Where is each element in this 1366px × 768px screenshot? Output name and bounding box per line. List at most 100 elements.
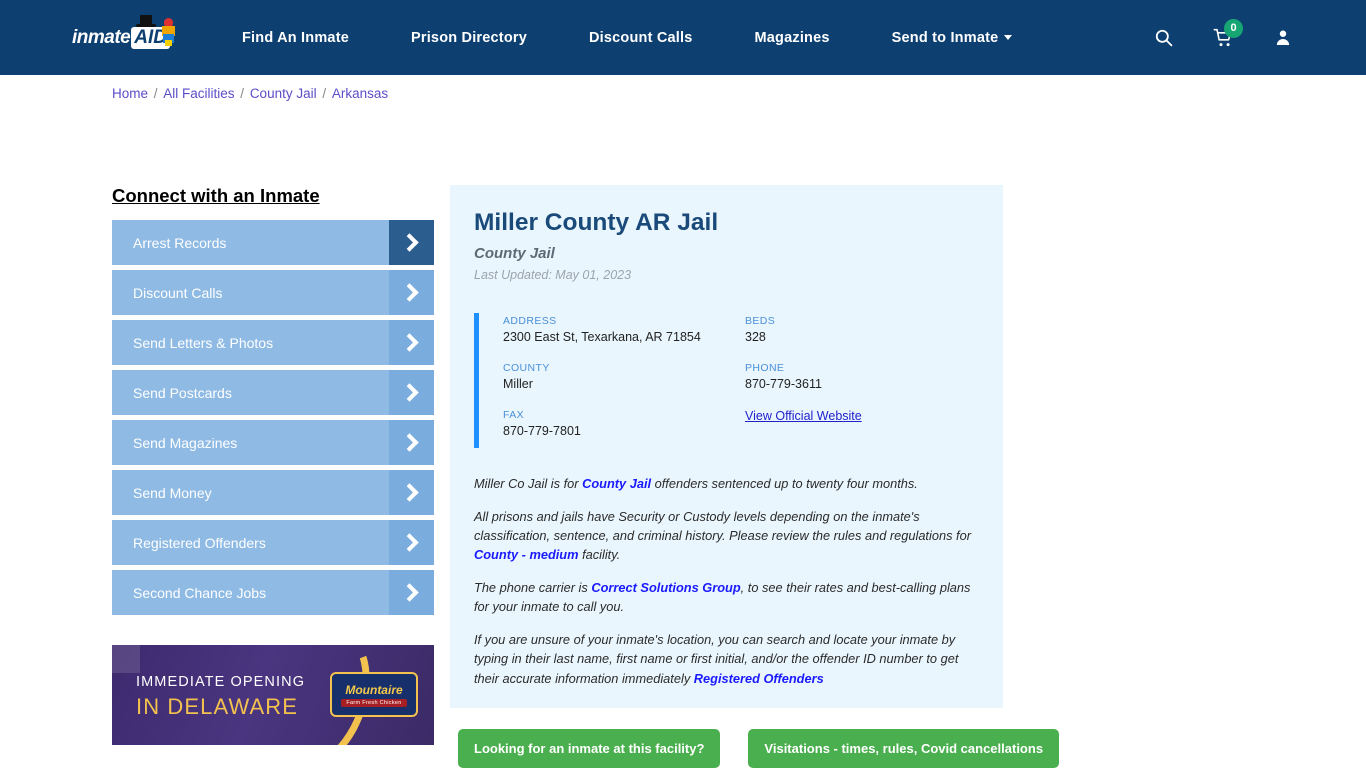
site-logo[interactable]: inmate AID	[72, 14, 190, 58]
nav-label: Prison Directory	[410, 29, 527, 46]
chevron-right-icon	[389, 370, 434, 415]
facility-info-left-column: ADDRESS 2300 East St, Texarkana, AR 7185…	[503, 315, 741, 438]
logo-text: inmate	[72, 26, 131, 48]
sidebar-item-send-money[interactable]: Send Money	[112, 470, 434, 515]
facility-card: Miller County AR Jail County Jail Last U…	[450, 185, 1003, 709]
breadcrumb: Home / All Facilities / County Jail / Ar…	[112, 86, 388, 101]
link-county-medium[interactable]: County - medium	[474, 547, 579, 562]
visitations-button[interactable]: Visitations - times, rules, Covid cancel…	[748, 729, 1060, 768]
breadcrumb-item-county-jail[interactable]: County Jail	[250, 86, 317, 101]
nav-label: Discount Calls	[589, 29, 693, 46]
field-value: 870-779-3611	[745, 377, 822, 392]
link-registered-offenders[interactable]: Registered Offenders	[694, 671, 824, 686]
description-text: Miller Co Jail is for	[474, 476, 583, 492]
sidebar-advertisement[interactable]: IMMEDIATE OPENING IN DELAWARE Mountaire …	[112, 645, 434, 745]
sidebar-item-label: Registered Offenders	[133, 534, 266, 551]
main-navigation: Find An Inmate Prison Directory Discount…	[242, 30, 1154, 46]
nav-label: Magazines	[754, 29, 830, 46]
field-label: COUNTY	[503, 362, 550, 375]
chevron-right-icon	[389, 320, 434, 365]
cart-count-badge: 0	[1224, 18, 1243, 38]
page-body: Connect with an Inmate Arrest Records Di…	[0, 75, 1366, 768]
sidebar-item-label: Discount Calls	[133, 284, 223, 301]
description-text: offenders sentenced up to twenty four mo…	[651, 476, 918, 492]
link-county-jail[interactable]: County Jail	[582, 476, 651, 491]
top-hat-icon	[136, 13, 156, 27]
description-paragraph-4: If you are unsure of your inmate's locat…	[474, 630, 979, 688]
page-title: Miller County AR Jail	[474, 209, 719, 236]
nav-label: Send to Inmate	[891, 29, 999, 46]
main-content: Miller County AR Jail County Jail Last U…	[450, 185, 1060, 768]
sidebar-item-send-letters-photos[interactable]: Send Letters & Photos	[112, 320, 434, 365]
cart-icon[interactable]: 0	[1213, 18, 1243, 48]
field-fax: FAX 870-779-7801	[503, 409, 741, 438]
chevron-right-icon	[389, 420, 434, 465]
action-button-row: Looking for an inmate at this facility? …	[458, 729, 1060, 768]
sidebar-item-label: Second Chance Jobs	[133, 584, 267, 601]
field-label: BEDS	[745, 315, 776, 328]
field-value: 328	[745, 330, 766, 345]
sidebar-item-arrest-records[interactable]: Arrest Records	[112, 220, 434, 265]
sidebar-item-send-magazines[interactable]: Send Magazines	[112, 420, 434, 465]
field-phone: PHONE 870-779-3611	[745, 362, 979, 391]
header-icon-group: 0	[1154, 18, 1292, 48]
ad-headline: IMMEDIATE OPENING	[136, 674, 306, 690]
sidebar-item-label: Send Postcards	[133, 384, 232, 401]
field-beds: BEDS 328	[745, 315, 979, 344]
last-updated-text: Last Updated: May 01, 2023	[474, 268, 632, 283]
chevron-right-icon	[389, 570, 434, 615]
sidebar-item-discount-calls[interactable]: Discount Calls	[112, 270, 434, 315]
sidebar-item-label: Send Magazines	[133, 434, 238, 451]
link-correct-solutions-group[interactable]: Correct Solutions Group	[591, 580, 740, 595]
breadcrumb-separator: /	[150, 86, 162, 101]
ad-brand-tagline: Farm Fresh Chicken	[341, 698, 407, 707]
breadcrumb-item-all-facilities[interactable]: All Facilities	[163, 86, 234, 101]
ad-brand-logo: Mountaire Farm Fresh Chicken	[330, 672, 418, 717]
nav-item-discount-calls[interactable]: Discount Calls	[589, 30, 693, 46]
user-account-icon[interactable]	[1274, 28, 1292, 47]
nav-item-magazines[interactable]: Magazines	[755, 30, 830, 46]
sidebar-item-label: Send Money	[133, 484, 212, 501]
description-paragraph-2: All prisons and jails have Security or C…	[474, 507, 979, 565]
nav-label: Find An Inmate	[242, 29, 349, 46]
facility-info-right-column: BEDS 328 PHONE 870-779-3611 View Officia…	[741, 315, 979, 438]
sidebar-item-registered-offenders[interactable]: Registered Offenders	[112, 520, 434, 565]
field-label: PHONE	[745, 362, 785, 375]
nav-item-find-an-inmate[interactable]: Find An Inmate	[242, 30, 349, 46]
ad-subheadline: IN DELAWARE	[136, 694, 299, 719]
breadcrumb-separator: /	[236, 86, 248, 101]
field-value: Miller	[503, 377, 533, 392]
mascot-icon	[161, 17, 177, 46]
view-official-website-link[interactable]: View Official Website	[745, 409, 979, 423]
sidebar: Connect with an Inmate Arrest Records Di…	[112, 185, 434, 768]
facility-type: County Jail	[474, 245, 555, 263]
breadcrumb-item-home[interactable]: Home	[112, 86, 148, 101]
description-paragraph-3: The phone carrier is Correct Solutions G…	[474, 578, 979, 617]
sidebar-item-label: Arrest Records	[133, 234, 227, 251]
description-paragraph-1: Miller Co Jail is for County Jail offend…	[474, 474, 979, 493]
field-label: ADDRESS	[503, 315, 557, 328]
chevron-right-icon	[389, 470, 434, 515]
looking-for-inmate-button[interactable]: Looking for an inmate at this facility?	[458, 729, 721, 768]
ad-corner-decoration	[112, 645, 140, 673]
description-text: All prisons and jails have Security or C…	[474, 508, 971, 544]
field-label: FAX	[503, 409, 525, 422]
nav-item-prison-directory[interactable]: Prison Directory	[411, 30, 527, 46]
sidebar-item-send-postcards[interactable]: Send Postcards	[112, 370, 434, 415]
sidebar-title[interactable]: Connect with an Inmate	[112, 185, 320, 207]
sidebar-item-second-chance-jobs[interactable]: Second Chance Jobs	[112, 570, 434, 615]
breadcrumb-item-arkansas[interactable]: Arkansas	[332, 86, 388, 101]
breadcrumb-separator: /	[318, 86, 330, 101]
chevron-right-icon	[389, 220, 434, 265]
search-icon[interactable]	[1154, 28, 1173, 47]
chevron-right-icon	[389, 520, 434, 565]
field-value: 870-779-7801	[503, 424, 581, 439]
field-address: ADDRESS 2300 East St, Texarkana, AR 7185…	[503, 315, 741, 344]
description-text: The phone carrier is	[474, 579, 592, 595]
nav-item-send-to-inmate[interactable]: Send to Inmate	[892, 30, 1013, 46]
description-text: facility.	[578, 547, 621, 563]
facility-description: Miller Co Jail is for County Jail offend…	[474, 474, 979, 688]
chevron-right-icon	[389, 270, 434, 315]
site-header: inmate AID Find An Inmate Prison Directo…	[0, 0, 1366, 75]
sidebar-item-label: Send Letters & Photos	[133, 334, 274, 351]
